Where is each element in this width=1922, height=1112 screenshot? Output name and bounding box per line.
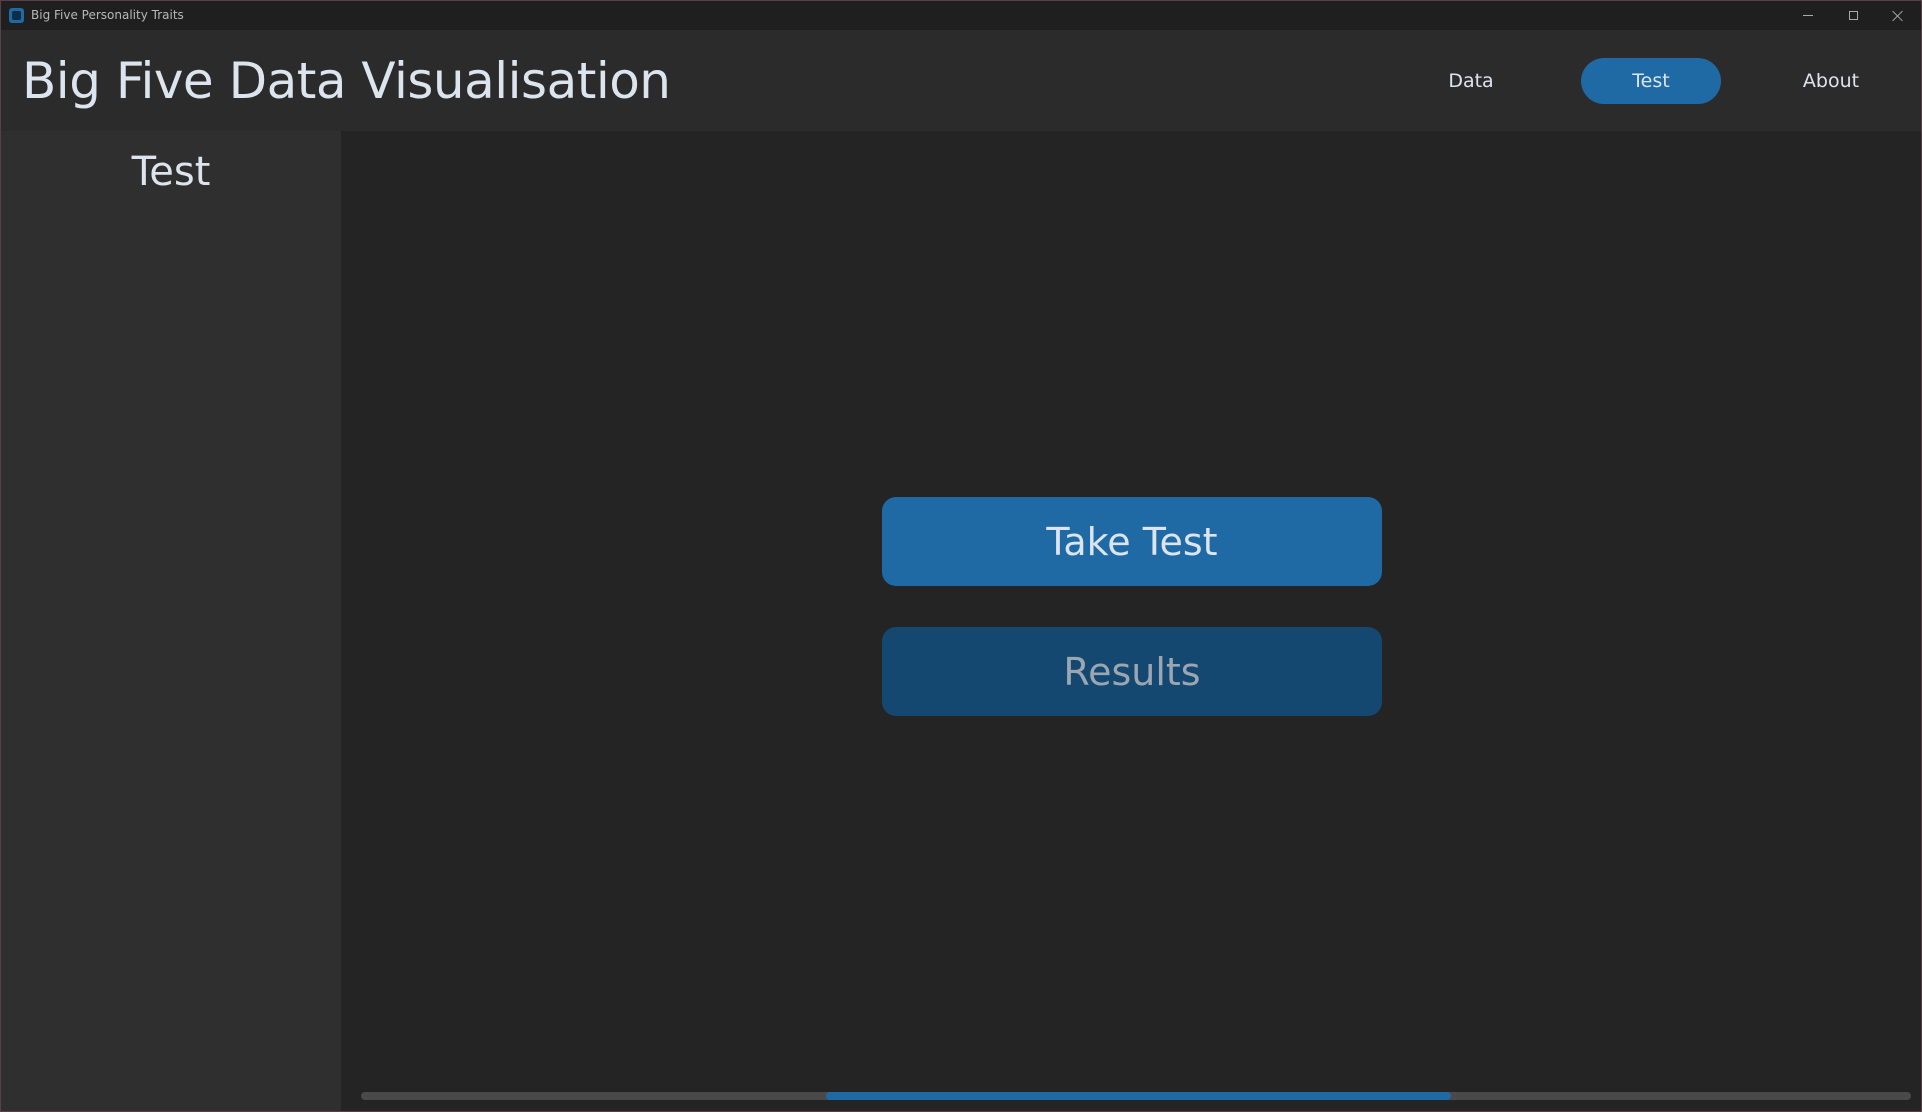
title-bar[interactable]: Big Five Personality Traits bbox=[1, 1, 1921, 30]
sidebar: Test bbox=[1, 131, 341, 1111]
minimize-button[interactable] bbox=[1785, 1, 1831, 30]
horizontal-scrollbar[interactable] bbox=[361, 1092, 1911, 1100]
sidebar-title: Test bbox=[131, 149, 211, 195]
app-heading: Big Five Data Visualisation bbox=[22, 52, 671, 110]
minimize-icon bbox=[1803, 15, 1813, 16]
scrollbar-thumb[interactable] bbox=[826, 1092, 1451, 1100]
maximize-button[interactable] bbox=[1830, 1, 1876, 30]
header-bar: Big Five Data Visualisation Data Test Ab… bbox=[1, 30, 1921, 131]
nav-test-button[interactable]: Test bbox=[1581, 58, 1721, 104]
nav-data-button[interactable]: Data bbox=[1401, 58, 1541, 104]
main-content: Take Test Results bbox=[341, 131, 1921, 1111]
window-title: Big Five Personality Traits bbox=[31, 8, 184, 22]
take-test-button[interactable]: Take Test bbox=[882, 497, 1382, 586]
app-window: Big Five Personality Traits Big Five Dat… bbox=[0, 0, 1922, 1112]
close-icon bbox=[1892, 10, 1904, 22]
nav-about-button[interactable]: About bbox=[1761, 58, 1901, 104]
results-button[interactable]: Results bbox=[882, 627, 1382, 716]
app-icon bbox=[9, 8, 24, 23]
close-button[interactable] bbox=[1875, 1, 1921, 30]
maximize-icon bbox=[1848, 11, 1858, 20]
